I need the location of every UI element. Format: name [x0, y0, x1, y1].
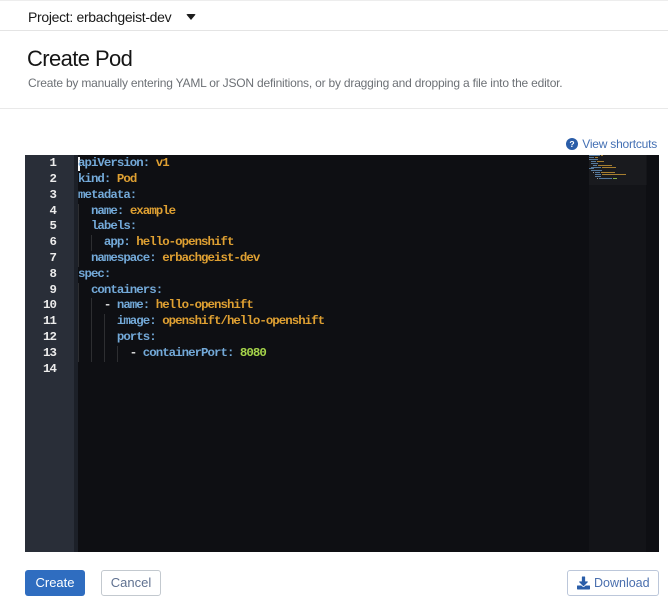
svg-text:?: ? [569, 139, 574, 149]
